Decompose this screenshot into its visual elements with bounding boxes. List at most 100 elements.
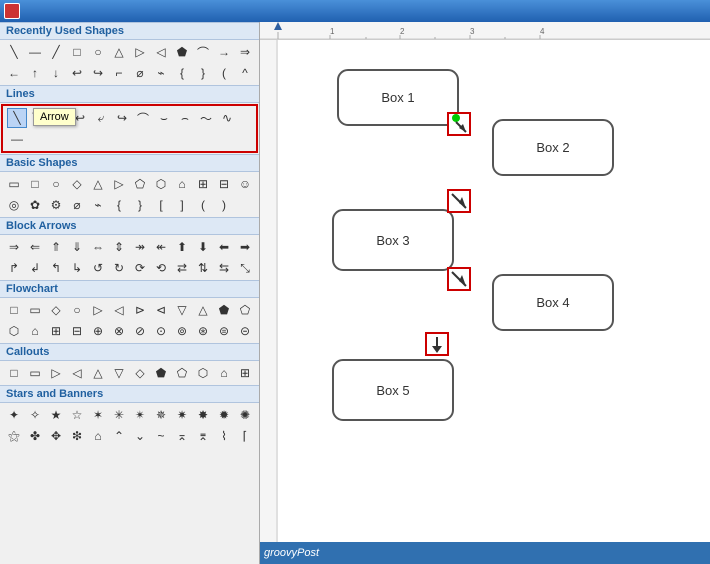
- shape-icon[interactable]: ▽: [172, 300, 192, 320]
- shape-icon[interactable]: ⌅: [172, 426, 192, 446]
- shape-icon[interactable]: ⬇: [193, 237, 213, 257]
- shape-icon[interactable]: △: [193, 300, 213, 320]
- shape-icon[interactable]: ◁: [151, 42, 171, 62]
- shape-icon[interactable]: ⚙: [46, 195, 66, 215]
- shape-icon[interactable]: ↺: [88, 258, 108, 278]
- shape-icon[interactable]: □: [4, 300, 24, 320]
- shape-icon[interactable]: ↑: [25, 63, 45, 83]
- shape-icon[interactable]: ⊟: [67, 321, 87, 341]
- shape-icon[interactable]: ☺: [235, 174, 255, 194]
- shape-icon[interactable]: ✦: [4, 405, 24, 425]
- shape-icon[interactable]: ⚝: [4, 426, 24, 446]
- shape-icon[interactable]: ⬠: [172, 363, 192, 383]
- shape-icon[interactable]: ⇒: [4, 237, 24, 257]
- shape-icon[interactable]: ⬡: [151, 174, 171, 194]
- shape-icon[interactable]: ⌆: [193, 426, 213, 446]
- shape-icon[interactable]: ⊞: [193, 174, 213, 194]
- shape-icon[interactable]: (: [193, 195, 213, 215]
- shape-icon[interactable]: [: [151, 195, 171, 215]
- shape-icon[interactable]: ⌄: [130, 426, 150, 446]
- shapes-panel[interactable]: Recently Used Shapes ╲ — ╱ □ ○ △ ▷ ◁ ⬟ ⌒…: [0, 22, 259, 564]
- shape-icon[interactable]: ⌣: [154, 108, 174, 128]
- shape-icon[interactable]: ⌀: [130, 63, 150, 83]
- shape-icon[interactable]: ╱: [46, 42, 66, 62]
- shape-icon[interactable]: ⊞: [46, 321, 66, 341]
- shape-icon[interactable]: ⊗: [109, 321, 129, 341]
- shape-icon[interactable]: ✵: [151, 405, 171, 425]
- shape-icon[interactable]: □: [25, 174, 45, 194]
- shape-icon[interactable]: ⊟: [214, 174, 234, 194]
- shape-icon[interactable]: ○: [88, 42, 108, 62]
- shape-icon[interactable]: ⇓: [67, 237, 87, 257]
- shape-icon[interactable]: ⤡: [235, 258, 255, 278]
- shape-icon[interactable]: ⬟: [172, 42, 192, 62]
- shape-icon[interactable]: ▭: [25, 300, 45, 320]
- shape-icon[interactable]: ✴: [130, 405, 150, 425]
- shape-icon[interactable]: ^: [235, 63, 255, 83]
- shape-icon[interactable]: ⊳: [130, 300, 150, 320]
- shape-icon[interactable]: ↩: [67, 63, 87, 83]
- shape-icon[interactable]: ⌀: [67, 195, 87, 215]
- shape-icon[interactable]: ▽: [109, 363, 129, 383]
- shape-icon[interactable]: (: [214, 63, 234, 83]
- shape-icon[interactable]: ↻: [109, 258, 129, 278]
- shape-icon[interactable]: ⊚: [172, 321, 192, 341]
- shape-icon[interactable]: ▭: [4, 174, 24, 194]
- shape-icon[interactable]: ⌂: [172, 174, 192, 194]
- shape-icon[interactable]: ⇕: [109, 237, 129, 257]
- shape-icon[interactable]: ★: [46, 405, 66, 425]
- shape-icon[interactable]: △: [88, 363, 108, 383]
- shape-icon[interactable]: ]: [172, 195, 192, 215]
- shape-icon[interactable]: ➡: [235, 237, 255, 257]
- shape-icon[interactable]: ⌂: [214, 363, 234, 383]
- shape-icon[interactable]: ⌢: [175, 108, 195, 128]
- shape-icon[interactable]: ⌁: [88, 195, 108, 215]
- shape-icon[interactable]: ⊝: [235, 321, 255, 341]
- shape-icon[interactable]: ⇄: [172, 258, 192, 278]
- shape-icon[interactable]: ◁: [67, 363, 87, 383]
- shape-icon[interactable]: —: [7, 129, 27, 149]
- shape-icon[interactable]: ⌇: [214, 426, 234, 446]
- shape-icon[interactable]: ✳: [109, 405, 129, 425]
- shape-icon[interactable]: ⬆: [172, 237, 192, 257]
- shape-icon[interactable]: ⌒: [133, 108, 153, 128]
- shape-icon[interactable]: —: [25, 42, 45, 62]
- shape-icon[interactable]: ◎: [4, 195, 24, 215]
- shape-icon[interactable]: }: [130, 195, 150, 215]
- shape-icon[interactable]: ✶: [88, 405, 108, 425]
- shape-icon[interactable]: ~: [151, 426, 171, 446]
- shape-icon[interactable]: ←: [4, 63, 24, 83]
- shape-icon[interactable]: ⌈: [235, 426, 255, 446]
- shape-icon[interactable]: ⬠: [130, 174, 150, 194]
- shape-icon[interactable]: ⇐: [25, 237, 45, 257]
- shape-icon[interactable]: ✺: [235, 405, 255, 425]
- shape-icon[interactable]: ◇: [67, 174, 87, 194]
- shape-icon[interactable]: ⇆: [214, 258, 234, 278]
- shape-icon[interactable]: ⬡: [4, 321, 24, 341]
- shape-icon[interactable]: ○: [46, 174, 66, 194]
- shape-icon[interactable]: ◇: [130, 363, 150, 383]
- shape-icon[interactable]: {: [172, 63, 192, 83]
- shape-icon[interactable]: ↓: [46, 63, 66, 83]
- shape-icon[interactable]: ⬠: [235, 300, 255, 320]
- shape-icon[interactable]: ⊕: [88, 321, 108, 341]
- shape-icon[interactable]: ✹: [214, 405, 234, 425]
- shape-icon[interactable]: ○: [67, 300, 87, 320]
- shape-icon[interactable]: ): [214, 195, 234, 215]
- shape-icon[interactable]: ⊜: [214, 321, 234, 341]
- shape-icon[interactable]: ⇑: [46, 237, 66, 257]
- shape-icon[interactable]: ⬡: [193, 363, 213, 383]
- shape-icon[interactable]: ⌃: [109, 426, 129, 446]
- shape-icon[interactable]: {: [109, 195, 129, 215]
- shape-icon[interactable]: ⌐: [109, 63, 129, 83]
- shape-icon[interactable]: ⬅: [214, 237, 234, 257]
- shape-icon[interactable]: ⌂: [25, 321, 45, 341]
- shape-icon[interactable]: ▭: [25, 363, 45, 383]
- shape-icon[interactable]: ⊞: [235, 363, 255, 383]
- shape-icon[interactable]: ╲: [4, 42, 24, 62]
- shape-icon[interactable]: □: [67, 42, 87, 62]
- shape-icon[interactable]: ▷: [109, 174, 129, 194]
- shape-icon[interactable]: ↞: [151, 237, 171, 257]
- shape-icon[interactable]: ✥: [46, 426, 66, 446]
- shape-icon[interactable]: ⌂: [88, 426, 108, 446]
